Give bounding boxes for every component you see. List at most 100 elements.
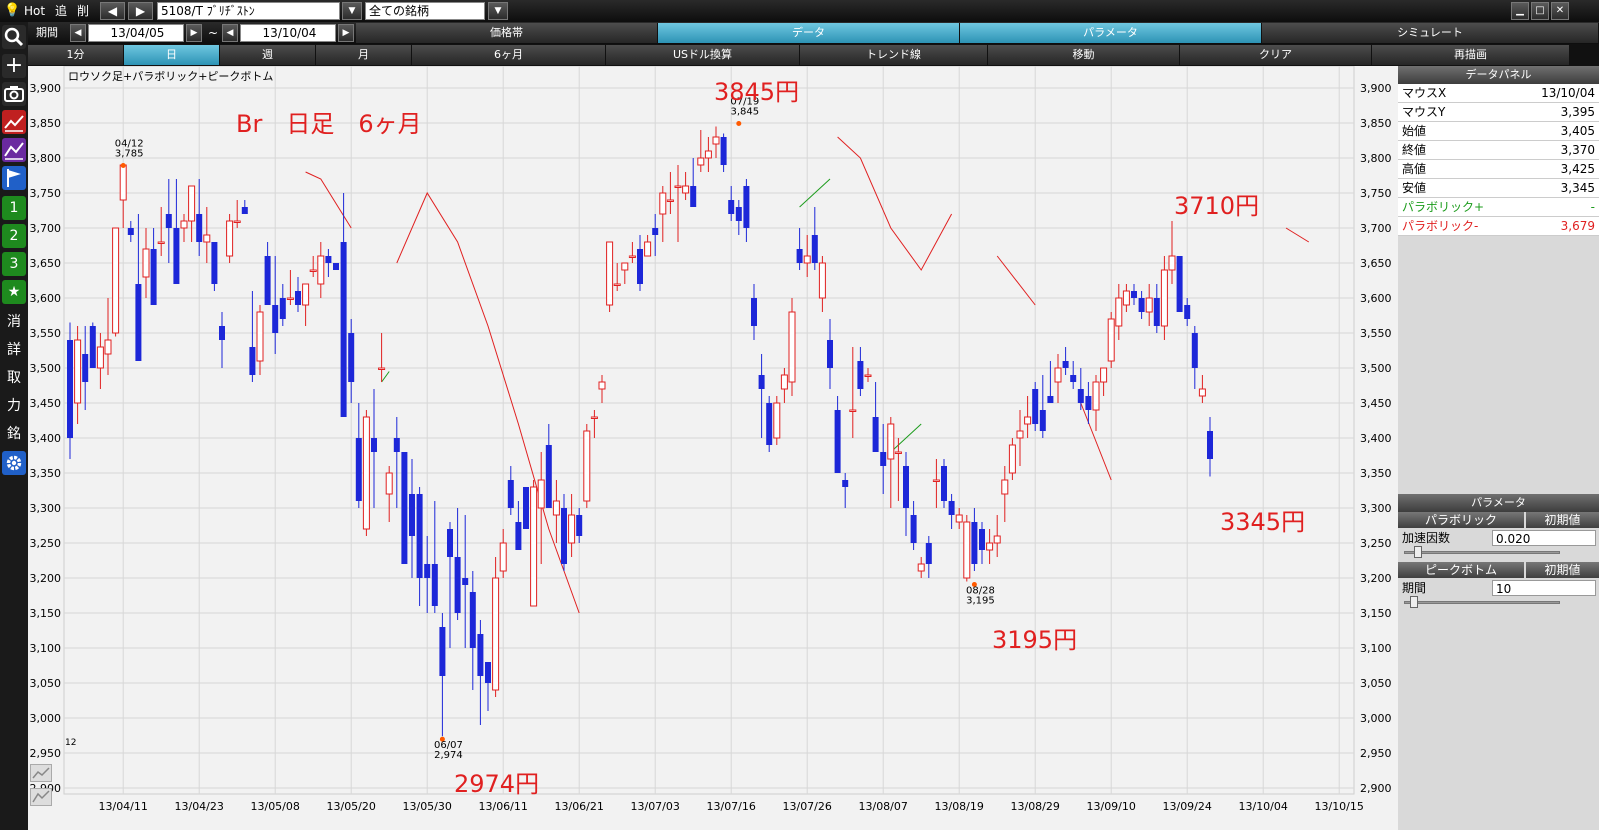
tab-price-band[interactable]: 価格帯	[356, 23, 658, 43]
xtick-label: 13/09/24	[1162, 800, 1211, 813]
clear-button[interactable]: クリア	[1180, 45, 1372, 65]
interval-bar: 1分 日 週 月 6ヶ月 USドル換算 トレンド線 移動 クリア 再描画	[0, 44, 1599, 66]
close-button[interactable]: ✕	[1551, 2, 1569, 20]
period-slider[interactable]	[1404, 601, 1560, 604]
symbol-input[interactable]: 5108/T ﾌﾞﾘﾁﾞｽﾄﾝ	[157, 2, 340, 20]
xtick-label: 13/07/16	[706, 800, 755, 813]
maximize-button[interactable]: □	[1531, 2, 1549, 20]
candle-body-up	[537, 479, 545, 509]
ytick-label-right: 3,350	[1360, 467, 1392, 480]
ytick-label-left: 3,500	[30, 362, 62, 375]
candle-body-down	[1062, 361, 1069, 368]
candle-body-up	[1145, 297, 1153, 313]
add-button[interactable]: 追	[55, 0, 67, 22]
candle-body-down	[872, 417, 879, 452]
to-prev-button[interactable]: ◀	[222, 24, 238, 42]
candle-body-up	[552, 500, 560, 516]
interval-6month[interactable]: 6ヶ月	[412, 45, 606, 65]
lightbulb-icon[interactable]: 💡	[4, 0, 20, 22]
interval-day[interactable]: 日	[124, 45, 220, 65]
data-row-low: 安値 3,345	[1398, 179, 1599, 198]
from-prev-button[interactable]: ◀	[70, 24, 86, 42]
ytick-label-left: 2,950	[30, 747, 62, 760]
data-row-value: 3,425	[1560, 162, 1595, 176]
candle-body-down	[196, 214, 203, 242]
next-symbol-button[interactable]: ▶	[128, 2, 153, 20]
chart-line-icon[interactable]	[2, 110, 26, 134]
chart-area[interactable]: 3,900 3,900 3,850 3,850 3,800 3,800 3,750 3,750…	[28, 66, 1398, 830]
mini-compare-icon[interactable]	[30, 788, 52, 806]
search-icon[interactable]	[2, 25, 26, 49]
candle-body-down	[1153, 298, 1160, 326]
from-date-input[interactable]: 13/04/05	[88, 24, 184, 42]
candle-body-down	[424, 564, 431, 578]
erase-icon[interactable]: 消	[2, 310, 26, 334]
peak-reset-button[interactable]: 初期値	[1526, 562, 1599, 578]
accel-slider[interactable]	[1404, 551, 1560, 554]
candle-body-up	[1168, 255, 1176, 271]
candle-body-down	[948, 501, 955, 515]
prev-symbol-button[interactable]: ◀	[100, 2, 125, 20]
ytick-label-right: 3,800	[1360, 152, 1392, 165]
two-icon[interactable]: 2	[2, 224, 26, 248]
plus-icon[interactable]: +	[2, 54, 26, 78]
tab-parameter[interactable]: パラメータ	[960, 23, 1262, 43]
fetch-icon[interactable]: 取	[2, 366, 26, 390]
camera-icon[interactable]	[2, 82, 26, 106]
candle-body-up	[621, 262, 629, 271]
candle-body-down	[67, 340, 73, 438]
to-date-input[interactable]: 13/10/04	[240, 24, 336, 42]
candle-body-up	[613, 283, 621, 286]
flag-icon[interactable]	[2, 166, 26, 190]
minimize-button[interactable]: ▁	[1511, 2, 1529, 20]
to-next-button[interactable]: ▶	[338, 24, 354, 42]
accel-slider-thumb[interactable]	[1414, 546, 1422, 558]
redraw-button[interactable]: 再描画	[1372, 45, 1570, 65]
power-icon[interactable]: 力	[2, 394, 26, 418]
hot-button[interactable]: Hot	[24, 0, 45, 22]
from-next-button[interactable]: ▶	[186, 24, 202, 42]
candle-body-down	[150, 249, 157, 305]
candle-body-up	[803, 255, 811, 264]
xtick-label: 13/04/11	[98, 800, 147, 813]
list-dropdown-icon[interactable]: ▼	[488, 2, 508, 20]
peak-bottom-value: 3,195	[966, 596, 995, 607]
period-slider-thumb[interactable]	[1410, 596, 1418, 608]
delete-button[interactable]: 削	[77, 0, 89, 22]
candle-body-up	[1092, 381, 1100, 411]
ytick-label-left: 3,700	[30, 222, 62, 235]
candle-body-down	[272, 305, 279, 333]
one-icon[interactable]: 1	[2, 196, 26, 220]
star-icon[interactable]: ★	[2, 280, 26, 304]
symbol-dropdown-icon[interactable]: ▼	[342, 2, 362, 20]
ticker-icon[interactable]: 銘	[2, 422, 26, 446]
candle-body-up	[712, 136, 720, 145]
chart-compare-icon[interactable]	[2, 138, 26, 162]
trendline-button[interactable]: トレンド線	[800, 45, 988, 65]
period-param-input[interactable]: 10	[1492, 580, 1596, 596]
interval-week[interactable]: 週	[220, 45, 316, 65]
interval-month[interactable]: 月	[316, 45, 412, 65]
usd-convert-button[interactable]: USドル換算	[606, 45, 800, 65]
move-button[interactable]: 移動	[988, 45, 1180, 65]
xtick-label: 13/05/08	[250, 800, 299, 813]
detail-icon[interactable]: 詳	[2, 338, 26, 362]
three-icon[interactable]: 3	[2, 252, 26, 276]
list-select[interactable]: 全ての銘柄	[365, 2, 485, 20]
peak-bottom-value: 3,785	[115, 149, 144, 160]
mini-chart-icon[interactable]	[30, 764, 52, 782]
tab-data[interactable]: データ	[658, 23, 960, 43]
ytick-label-right: 3,750	[1360, 187, 1392, 200]
gear-icon[interactable]	[2, 451, 26, 475]
interval-1min[interactable]: 1分	[28, 45, 124, 65]
candle-body-down	[477, 634, 484, 676]
tab-simulate[interactable]: シミュレート	[1262, 23, 1599, 43]
ytick-label-left: 3,650	[30, 257, 62, 270]
accel-input[interactable]: 0.020	[1492, 530, 1596, 546]
ytick-label-right: 3,400	[1360, 432, 1392, 445]
accel-label: 加速因数	[1402, 531, 1451, 545]
parabolic-reset-button[interactable]: 初期値	[1526, 512, 1599, 528]
peak-bottom-marker	[120, 163, 126, 168]
candle-body-down	[523, 487, 529, 529]
overlay-title: Br 日足 6ヶ月	[236, 110, 422, 138]
